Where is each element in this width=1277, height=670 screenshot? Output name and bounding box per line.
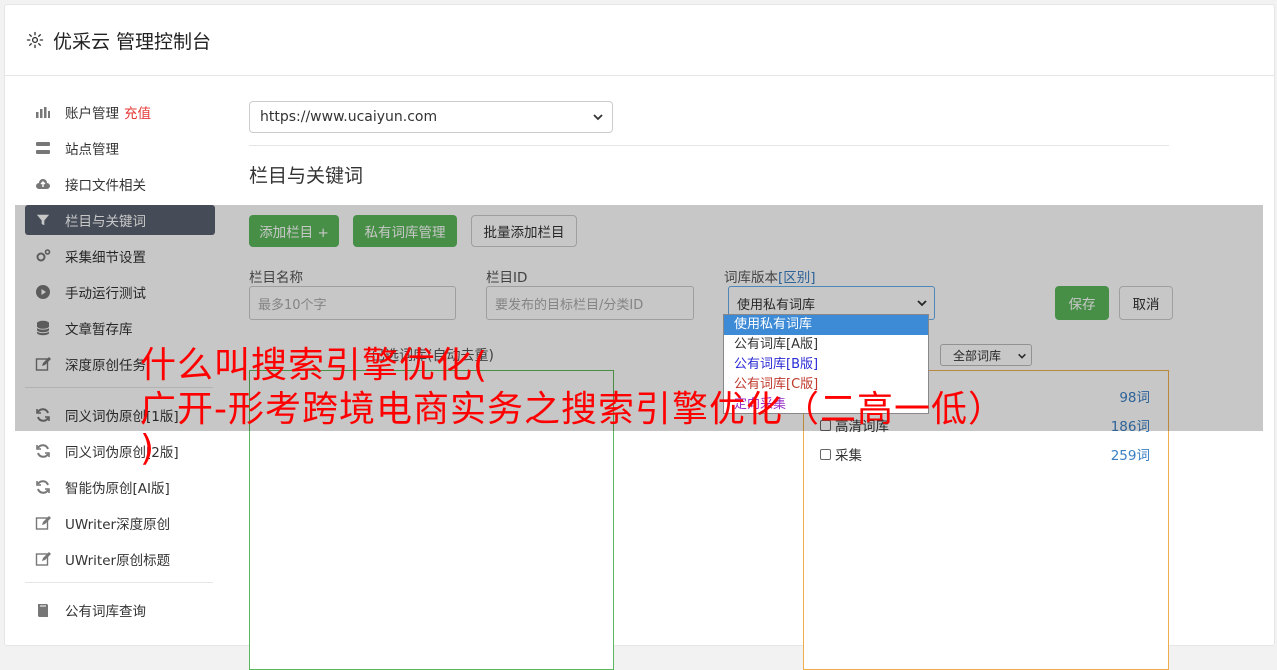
site-select[interactable]: https://www.ucaiyun.com <box>249 101 613 133</box>
headline-line-1: 什么叫搜索引擎优化( <box>140 345 489 386</box>
chevron-down-icon <box>592 111 604 127</box>
edit-icon <box>35 515 51 531</box>
sidebar-item-label: 接口文件相关 <box>65 178 146 194</box>
book-icon <box>35 602 51 618</box>
refresh-icon <box>35 443 51 459</box>
sidebar-item-label: 账户管理 <box>65 106 119 122</box>
sidebar-item-label: UWriter深度原创 <box>65 517 171 533</box>
headline-overlay-text: 什么叫搜索引擎优化( 广开-形考跨境电商实务之搜索引擎优化（二高一低） ) <box>140 344 1260 469</box>
app-title: 优采云 管理控制台 <box>53 30 212 53</box>
sidebar-item-account[interactable]: 账户管理 充值 <box>25 97 215 127</box>
sidebar-divider <box>25 582 213 583</box>
divider <box>249 145 1169 146</box>
sidebar-item-label: 公有词库查询 <box>65 604 146 620</box>
sidebar-item-ai-rewrite[interactable]: 智能伪原创[AI版] <box>25 472 215 502</box>
dropdown-option-private[interactable]: 使用私有词库 <box>724 315 928 335</box>
cloud-upload-icon <box>35 176 51 192</box>
sidebar-item-sites[interactable]: 站点管理 <box>25 133 215 163</box>
recharge-link[interactable]: 充值 <box>124 102 151 122</box>
gear-icon <box>25 30 45 50</box>
app-header: 优采云 管理控制台 <box>5 5 1274 76</box>
section-title: 栏目与关键词 <box>249 165 364 187</box>
sidebar-item-label: UWriter原创标题 <box>65 553 171 569</box>
refresh-icon <box>35 479 51 495</box>
edit-icon <box>35 551 51 567</box>
site-select-value: https://www.ucaiyun.com <box>260 109 438 125</box>
server-icon <box>35 140 51 156</box>
sidebar-item-label: 智能伪原创[AI版] <box>65 481 170 497</box>
headline-line-2: 广开-形考跨境电商实务之搜索引擎优化（二高一低） <box>140 389 1005 430</box>
sidebar-item-uwriter-deep[interactable]: UWriter深度原创 <box>25 508 215 538</box>
sidebar-item-interface[interactable]: 接口文件相关 <box>25 169 215 199</box>
sidebar-item-label: 站点管理 <box>65 142 119 158</box>
headline-line-3: ) <box>140 428 156 469</box>
sidebar-item-uwriter-title[interactable]: UWriter原创标题 <box>25 544 215 574</box>
sidebar-item-public-lib[interactable]: 公有词库查询 <box>25 595 215 625</box>
bar-chart-icon <box>35 104 51 120</box>
